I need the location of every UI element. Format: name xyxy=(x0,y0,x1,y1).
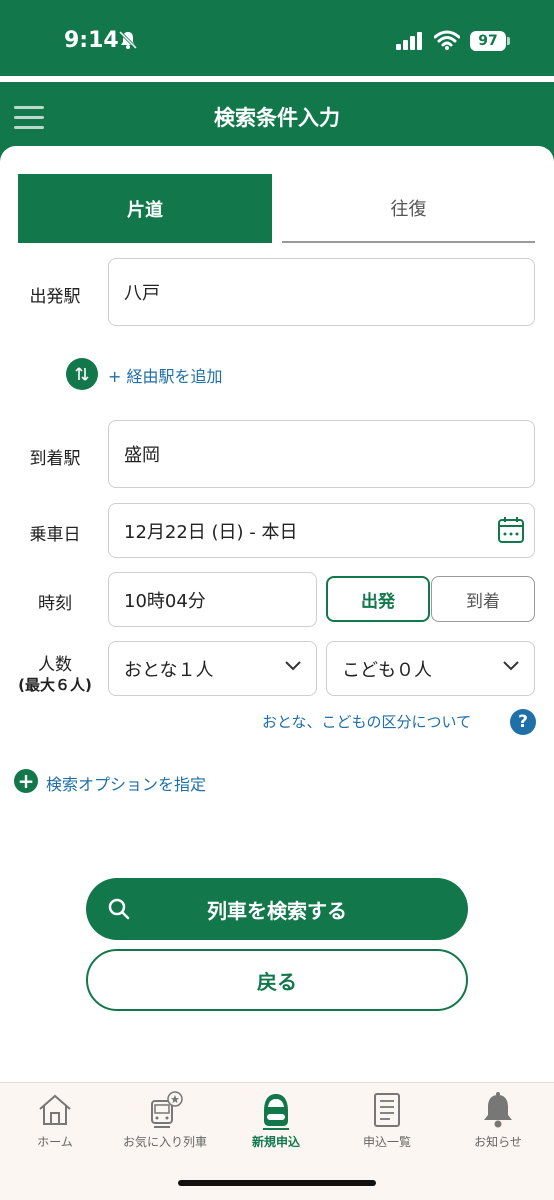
home-icon xyxy=(39,1094,71,1125)
tab-home[interactable]: ホーム xyxy=(0,1089,110,1150)
passenger-category-info-link[interactable]: おとな、こどもの区分について xyxy=(262,711,471,732)
calendar-icon[interactable] xyxy=(496,515,526,545)
search-icon xyxy=(108,898,130,920)
bell-icon xyxy=(484,1092,512,1128)
status-time: 9:14 xyxy=(64,28,119,53)
tab-favorite-trains[interactable]: お気に入り列車 xyxy=(110,1089,220,1150)
time-label: 時刻 xyxy=(38,594,72,614)
tab-favorite-trains-label: お気に入り列車 xyxy=(122,1135,207,1149)
battery-tip xyxy=(507,37,510,45)
search-form: 片道 往復 出発駅 八戸 + 経由駅を追加 到着駅 盛岡 乗車日 12月22日 … xyxy=(0,146,554,1086)
children-value: こども０人 xyxy=(342,659,432,681)
time-field[interactable]: 10時04分 xyxy=(108,572,317,627)
wifi-icon xyxy=(434,30,460,50)
tab-notifications-label: お知らせ xyxy=(474,1135,522,1149)
adults-value: おとな１人 xyxy=(124,659,214,681)
new-application-icon xyxy=(263,1094,289,1130)
arrival-label: 到着駅 xyxy=(29,449,81,469)
chevron-down-icon xyxy=(285,661,301,671)
tab-application-list[interactable]: 申込一覧 xyxy=(332,1089,442,1150)
time-arrive-toggle[interactable]: 到着 xyxy=(431,576,535,622)
plus-icon[interactable]: + xyxy=(14,769,38,793)
passengers-label-line1: 人数 xyxy=(38,655,72,675)
departure-label: 出発駅 xyxy=(29,287,81,307)
battery-indicator: 97 xyxy=(470,31,506,51)
tab-one-way[interactable]: 片道 xyxy=(18,174,272,243)
swap-stations-button[interactable] xyxy=(66,358,98,390)
search-options-link[interactable]: 検索オプションを指定 xyxy=(46,771,206,795)
back-button[interactable]: 戻る xyxy=(86,949,468,1011)
passengers-label-line2: (最大６人) xyxy=(18,676,92,694)
adults-select[interactable]: おとな１人 xyxy=(108,641,317,696)
signal-icon xyxy=(396,32,422,50)
tab-new-application[interactable]: 新規申込 xyxy=(221,1089,331,1150)
date-label: 乗車日 xyxy=(29,525,81,545)
search-button-label: 列車を検索する xyxy=(207,898,347,923)
arrival-station-field[interactable]: 盛岡 xyxy=(108,420,535,488)
search-trains-button[interactable]: 列車を検索する xyxy=(86,878,468,940)
date-value: 12月22日 (日) - 本日 xyxy=(124,521,298,543)
application-list-icon xyxy=(374,1093,400,1127)
time-depart-toggle[interactable]: 出発 xyxy=(326,576,430,622)
bell-off-icon xyxy=(118,30,138,50)
favorite-train-icon xyxy=(151,1091,183,1128)
help-icon[interactable]: ? xyxy=(510,709,536,735)
tab-application-list-label: 申込一覧 xyxy=(362,1135,411,1149)
page-title: 検索条件入力 xyxy=(214,106,340,130)
arrival-station-value: 盛岡 xyxy=(124,445,160,466)
tab-notifications[interactable]: お知らせ xyxy=(443,1089,553,1150)
tab-round-trip[interactable]: 往復 xyxy=(282,174,535,243)
tab-new-application-label: 新規申込 xyxy=(251,1135,300,1149)
departure-station-field[interactable]: 八戸 xyxy=(108,258,535,326)
chevron-down-icon xyxy=(503,661,519,671)
tab-home-label: ホーム xyxy=(37,1135,73,1149)
swap-arrows-icon xyxy=(75,367,89,381)
departure-station-value: 八戸 xyxy=(124,283,160,304)
children-select[interactable]: こども０人 xyxy=(326,641,535,696)
status-bar: 9:14 97 xyxy=(0,0,554,76)
time-value: 10時04分 xyxy=(124,590,206,612)
add-via-station-link[interactable]: + 経由駅を追加 xyxy=(108,363,223,387)
home-indicator xyxy=(178,1180,376,1186)
date-field[interactable]: 12月22日 (日) - 本日 xyxy=(108,503,535,558)
